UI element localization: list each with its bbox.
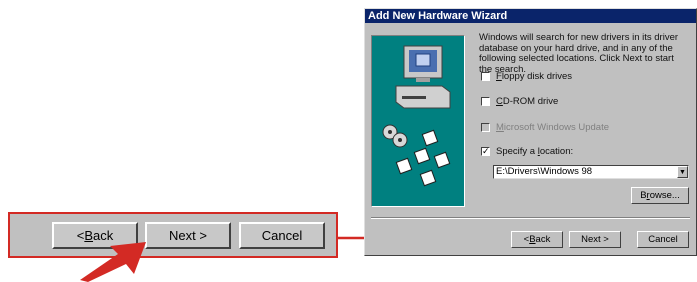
cancel-button[interactable]: Cancel (637, 231, 689, 248)
next-label: Next > (169, 228, 207, 243)
add-new-hardware-wizard-dialog: Add New Hardware Wizard Windows will sea… (364, 8, 697, 256)
zoomed-button-callout: < Back Next > Cancel (8, 212, 338, 258)
dropdown-arrow-icon[interactable]: ▼ (677, 166, 688, 178)
specify-location-label: Specify a location: (496, 146, 574, 157)
pointer-arrow-icon (80, 242, 146, 282)
wizard-description: Windows will search for new drivers in i… (479, 32, 679, 75)
option-windows-update: Microsoft Windows Update (481, 122, 609, 133)
windows-update-checkbox (481, 123, 490, 132)
cdrom-label: CD-ROM drive (496, 96, 559, 107)
option-floppy[interactable]: Floppy disk drives (481, 71, 572, 82)
back-button[interactable]: < Back (511, 231, 563, 248)
windows-update-label: Microsoft Windows Update (496, 122, 609, 133)
cancel-label: Cancel (261, 228, 303, 243)
floppy-label: Floppy disk drives (496, 71, 573, 82)
option-specify-location[interactable]: ✓ Specify a location: (481, 146, 573, 157)
wizard-illustration (371, 35, 465, 207)
computer-and-disks-icon (382, 45, 451, 187)
zoomed-next-button[interactable]: Next > (145, 222, 231, 249)
zoomed-cancel-button[interactable]: Cancel (239, 222, 325, 249)
floppy-checkbox[interactable] (481, 72, 490, 81)
location-value: E:\Drivers\Windows 98 (496, 166, 593, 177)
option-cdrom[interactable]: CD-ROM drive (481, 96, 558, 107)
browse-button[interactable]: Br owse... (631, 187, 689, 204)
specify-location-checkbox[interactable]: ✓ (481, 146, 490, 156)
check-mark-icon: ✓ (482, 146, 490, 156)
button-separator (371, 217, 690, 219)
dialog-title: Add New Hardware Wizard (365, 9, 696, 23)
cdrom-checkbox[interactable] (481, 97, 490, 106)
next-button[interactable]: Next > (569, 231, 621, 248)
location-combobox[interactable]: E:\Drivers\Windows 98 ▼ (493, 165, 689, 179)
